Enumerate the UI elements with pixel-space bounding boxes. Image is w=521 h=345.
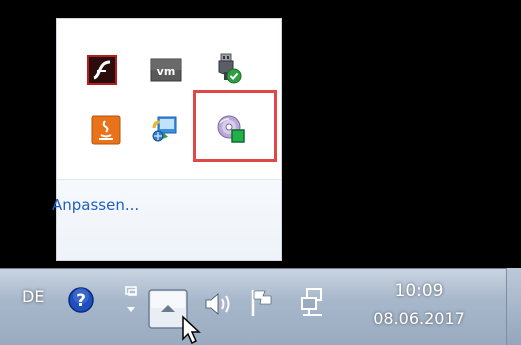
network-icon[interactable]	[298, 286, 328, 320]
network-small-icon[interactable]	[122, 285, 140, 317]
svg-text:?: ?	[76, 291, 86, 311]
usb-safe-remove-icon[interactable]	[210, 52, 242, 84]
customize-link[interactable]: Anpassen...	[52, 196, 139, 214]
java-icon[interactable]	[90, 114, 122, 146]
action-center-flag-icon[interactable]	[247, 287, 277, 319]
language-indicator[interactable]: DE	[22, 287, 44, 306]
mouse-cursor-icon	[182, 315, 201, 345]
svg-text:vm: vm	[157, 65, 176, 78]
volume-icon[interactable]	[202, 289, 236, 319]
windows-network-icon[interactable]	[150, 114, 182, 146]
adobe-flash-icon[interactable]	[86, 54, 118, 86]
clock-time: 10:09	[394, 281, 444, 301]
show-desktop-button[interactable]	[506, 268, 521, 345]
taskbar-clock[interactable]: 10:09 08.06.2017	[360, 280, 478, 330]
overflow-footer	[57, 179, 281, 260]
vmware-icon[interactable]: vm	[150, 54, 182, 86]
clock-date: 08.06.2017	[373, 309, 465, 328]
overflow-icons-area	[57, 19, 281, 179]
media-disc-icon[interactable]	[215, 113, 247, 145]
help-icon[interactable]: ?	[67, 286, 95, 314]
